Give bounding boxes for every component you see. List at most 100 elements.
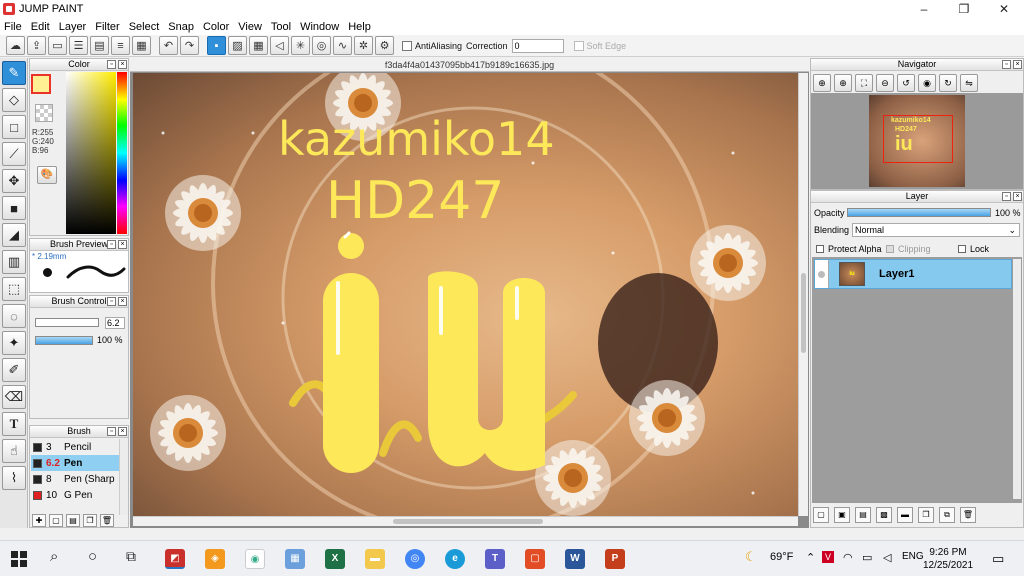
panel-pin-icon[interactable]: ▫ (107, 297, 116, 306)
eyedropper-tool-icon[interactable]: ⌇ (2, 466, 26, 490)
bucket-tool-icon[interactable]: ◢ (2, 223, 26, 247)
brush-item-pen-sharp[interactable]: 8 Pen (Sharp (31, 471, 119, 487)
redo-icon[interactable]: ↷ (180, 36, 199, 55)
panel-pin-icon[interactable]: ▫ (107, 60, 116, 69)
brush-size-value[interactable]: 6.2 (105, 317, 125, 329)
app-orange-icon[interactable]: ◈ (205, 549, 225, 569)
snap-perspective-icon[interactable]: ◁ (270, 36, 289, 55)
new-halftone-layer-icon[interactable]: ▣ (834, 507, 850, 523)
cortana-icon[interactable]: ○ (88, 548, 97, 565)
layer-opacity-slider[interactable] (847, 208, 991, 217)
brush-size-slider[interactable] (35, 318, 99, 327)
zoom-in-icon[interactable]: ⊕ (813, 74, 831, 92)
hscroll-thumb[interactable] (393, 519, 543, 524)
new-folder-icon[interactable]: ▬ (897, 507, 913, 523)
layer-visibility-toggle[interactable] (815, 260, 829, 288)
select-pen-tool-icon[interactable]: ✐ (2, 358, 26, 382)
snap-grid-icon[interactable]: ▦ (249, 36, 268, 55)
text-tool-icon[interactable]: T (2, 412, 26, 436)
rect-select-tool-icon[interactable]: ⬚ (2, 277, 26, 301)
canvas-vertical-scrollbar[interactable] (798, 73, 808, 516)
delete-layer-icon[interactable]: 🗑 (960, 507, 976, 523)
menu-select[interactable]: Select (129, 21, 160, 33)
panel-pin-icon[interactable]: ▫ (107, 240, 116, 249)
hand-tool-icon[interactable]: ☝ (2, 439, 26, 463)
brush-copy-icon[interactable]: ❐ (83, 514, 97, 527)
grid-icon[interactable]: ▦ (132, 36, 151, 55)
task-view-icon[interactable]: ⧉ (126, 548, 136, 565)
menu-file[interactable]: File (4, 21, 22, 33)
brush-item-pencil[interactable]: 3 Pencil (31, 439, 119, 455)
canvas-horizontal-scrollbar[interactable] (133, 516, 798, 526)
wifi-icon[interactable]: ◠ (843, 551, 853, 564)
zoom-in-alt-icon[interactable]: ⊕ (834, 74, 852, 92)
protect-alpha-checkbox[interactable]: Protect Alpha (816, 244, 882, 254)
panel-close-icon[interactable]: × (118, 297, 127, 306)
notification-icon[interactable]: ▭ (992, 551, 1004, 567)
brush-settings-icon[interactable]: ▤ (66, 514, 80, 527)
export-icon[interactable]: ⇪ (27, 36, 46, 55)
chrome-profile-icon[interactable]: ◎ (405, 549, 425, 569)
menu-layer[interactable]: Layer (59, 21, 87, 33)
snap-parallel-icon[interactable]: ▨ (228, 36, 247, 55)
background-color-swatch[interactable] (35, 104, 53, 122)
panel-close-icon[interactable]: × (1013, 192, 1022, 201)
menu-tool[interactable]: Tool (271, 21, 291, 33)
snap-radial-icon[interactable]: ✳ (291, 36, 310, 55)
new-8bit-layer-icon[interactable]: ▤ (855, 507, 871, 523)
rotate-left-icon[interactable]: ↺ (897, 74, 915, 92)
weather-temp[interactable]: 69°F (770, 551, 793, 563)
menu-window[interactable]: Window (300, 21, 339, 33)
merge-layer-icon[interactable]: ⧉ (939, 507, 955, 523)
flip-icon[interactable]: ⇋ (960, 74, 978, 92)
document-tab[interactable]: f3da4f4a01437095bb417b9189c16635.jpg (130, 58, 809, 72)
blending-select[interactable]: Normal ⌄ (852, 223, 1020, 237)
brush-new-icon[interactable]: ▢ (49, 514, 63, 527)
network-icon[interactable]: ▭ (862, 551, 872, 564)
panel-close-icon[interactable]: × (118, 60, 127, 69)
rotate-reset-icon[interactable]: ◉ (918, 74, 936, 92)
menu-filter[interactable]: Filter (95, 21, 119, 33)
snap-gear-icon[interactable]: ⚙ (375, 36, 394, 55)
brush-opacity-slider[interactable] (35, 336, 93, 345)
panel-pin-icon[interactable]: ▫ (107, 427, 116, 436)
magic-wand-tool-icon[interactable]: ✦ (2, 331, 26, 355)
new-tone-layer-icon[interactable]: ▩ (876, 507, 892, 523)
fill-rect-tool-icon[interactable]: ■ (2, 196, 26, 220)
close-button[interactable]: ✕ (984, 0, 1024, 18)
restore-button[interactable]: ❐ (944, 0, 984, 18)
foreground-color-swatch[interactable] (31, 74, 51, 94)
vscroll-thumb[interactable] (801, 273, 806, 353)
line-tool-icon[interactable]: ⟋ (2, 142, 26, 166)
gradient-tool-icon[interactable]: ▥ (2, 250, 26, 274)
chrome-icon[interactable]: ◉ (245, 549, 265, 569)
saturation-value-picker[interactable] (66, 72, 116, 234)
clock[interactable]: 9:26 PM 12/25/2021 (920, 546, 976, 572)
menu-view[interactable]: View (238, 21, 262, 33)
snap-circle-icon[interactable]: ◎ (312, 36, 331, 55)
rotate-right-icon[interactable]: ↻ (939, 74, 957, 92)
lock-checkbox[interactable]: Lock (958, 244, 989, 254)
menu-color[interactable]: Color (203, 21, 229, 33)
excel-icon[interactable]: X (325, 549, 345, 569)
snap-off-icon[interactable]: ▪ (207, 36, 226, 55)
document-icon[interactable]: ▤ (90, 36, 109, 55)
office-icon[interactable]: ▢ (525, 549, 545, 569)
navigator-view-rect[interactable] (883, 115, 953, 163)
menu-snap[interactable]: Snap (168, 21, 194, 33)
volume-icon[interactable]: ◁ (883, 551, 891, 564)
soft-edge-checkbox[interactable] (573, 40, 584, 51)
word-icon[interactable]: W (565, 549, 585, 569)
hue-slider[interactable] (117, 72, 127, 234)
fit-window-icon[interactable]: ⛶ (855, 74, 873, 92)
move-tool-icon[interactable]: ✥ (2, 169, 26, 193)
drawing-canvas[interactable]: kazumiko14 HD247 (133, 73, 798, 516)
panel-close-icon[interactable]: × (118, 240, 127, 249)
teams-icon[interactable]: T (485, 549, 505, 569)
list-icon[interactable]: ≡ (111, 36, 130, 55)
brush-tool-icon[interactable]: ✎ (2, 61, 26, 85)
panel-close-icon[interactable]: × (1013, 60, 1022, 69)
notes-icon[interactable]: ☰ (69, 36, 88, 55)
powerpoint-icon[interactable]: P (605, 549, 625, 569)
comment-icon[interactable]: ▭ (48, 36, 67, 55)
